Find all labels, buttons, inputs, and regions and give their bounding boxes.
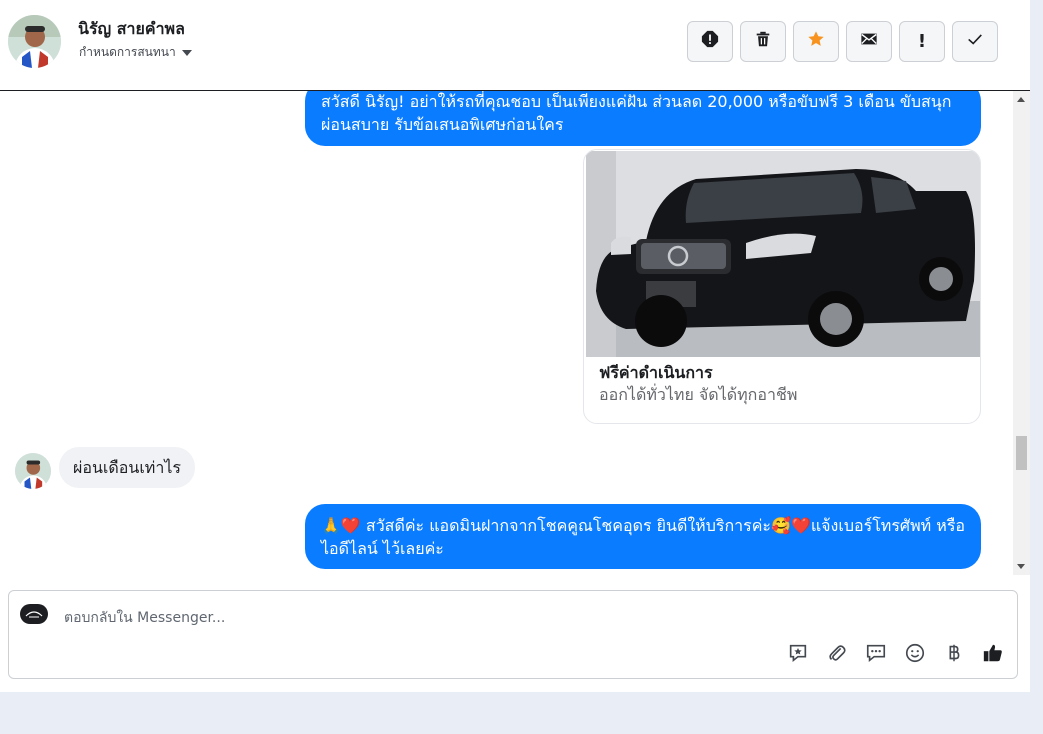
attachment-icon[interactable] [825,641,849,665]
like-icon[interactable] [981,641,1005,665]
schedule-dropdown[interactable]: กำหนดการสนทนา [79,43,192,62]
outgoing-message: สวัสดี นิรัญ! อย่าให้รถที่คุณชอบ เป็นเพี… [305,91,981,146]
star-button[interactable] [793,21,839,62]
trash-icon [754,30,772,53]
avatar[interactable] [8,15,61,68]
saved-reply-icon[interactable] [786,641,810,665]
schedule-label: กำหนดการสนทนา [79,45,176,59]
scroll-up-icon[interactable] [1017,97,1025,102]
card-subtitle: ออกได้ทั่วไทย จัดได้ทุกอาชีพ [599,385,798,404]
caret-down-icon [181,49,192,56]
scroll-down-icon[interactable] [1017,564,1025,569]
thread-scrollbar[interactable] [1013,91,1030,575]
message-text: สวัสดี นิรัญ! อย่าให้รถที่คุณชอบ เป็นเพี… [321,92,952,134]
conversation-panel: นิรัญ สายคำพล กำหนดการสนทนา ! สวัสดี นิร… [0,0,1030,692]
report-button[interactable] [687,21,733,62]
report-icon [701,30,719,53]
emoji-icon[interactable] [903,641,927,665]
mail-button[interactable] [846,21,892,62]
done-button[interactable] [952,21,998,62]
link-preview-card[interactable]: ฟรีค่าดำเนินการ ออกได้ทั่วไทย จัดได้ทุกอ… [583,149,981,424]
incoming-message: ผ่อนเดือนเท่าไร [59,447,195,488]
message-thread[interactable]: สวัสดี นิรัญ! อย่าให้รถที่คุณชอบ เป็นเพี… [0,91,1013,575]
important-button[interactable]: ! [899,21,945,62]
reply-composer: ตอบกลับใน Messenger... [8,590,1018,679]
avatar[interactable] [15,453,51,489]
conversation-header: นิรัญ สายคำพล กำหนดการสนทนา ! [0,0,1030,91]
message-text: 🙏❤️ สวัสดีค่ะ แอดมินฝากจากโชคคูณโชคอุดร … [321,516,966,558]
chat-icon[interactable] [864,641,888,665]
baht-icon[interactable] [942,641,966,665]
reply-input[interactable]: ตอบกลับใน Messenger... [64,607,225,629]
exclamation-icon: ! [917,31,927,52]
page-logo-icon [20,604,48,624]
message-text: ผ่อนเดือนเท่าไร [73,458,181,477]
scroll-thumb[interactable] [1016,436,1027,470]
delete-button[interactable] [740,21,786,62]
star-icon [807,30,825,53]
outgoing-message: 🙏❤️ สวัสดีค่ะ แอดมินฝากจากโชคคูณโชคอุดร … [305,504,981,569]
composer-tools [786,641,1005,665]
check-icon [966,30,984,53]
mail-icon [860,30,878,53]
car-image [586,151,980,357]
action-toolbar: ! [687,21,998,62]
contact-name[interactable]: นิรัญ สายคำพล [78,17,185,42]
